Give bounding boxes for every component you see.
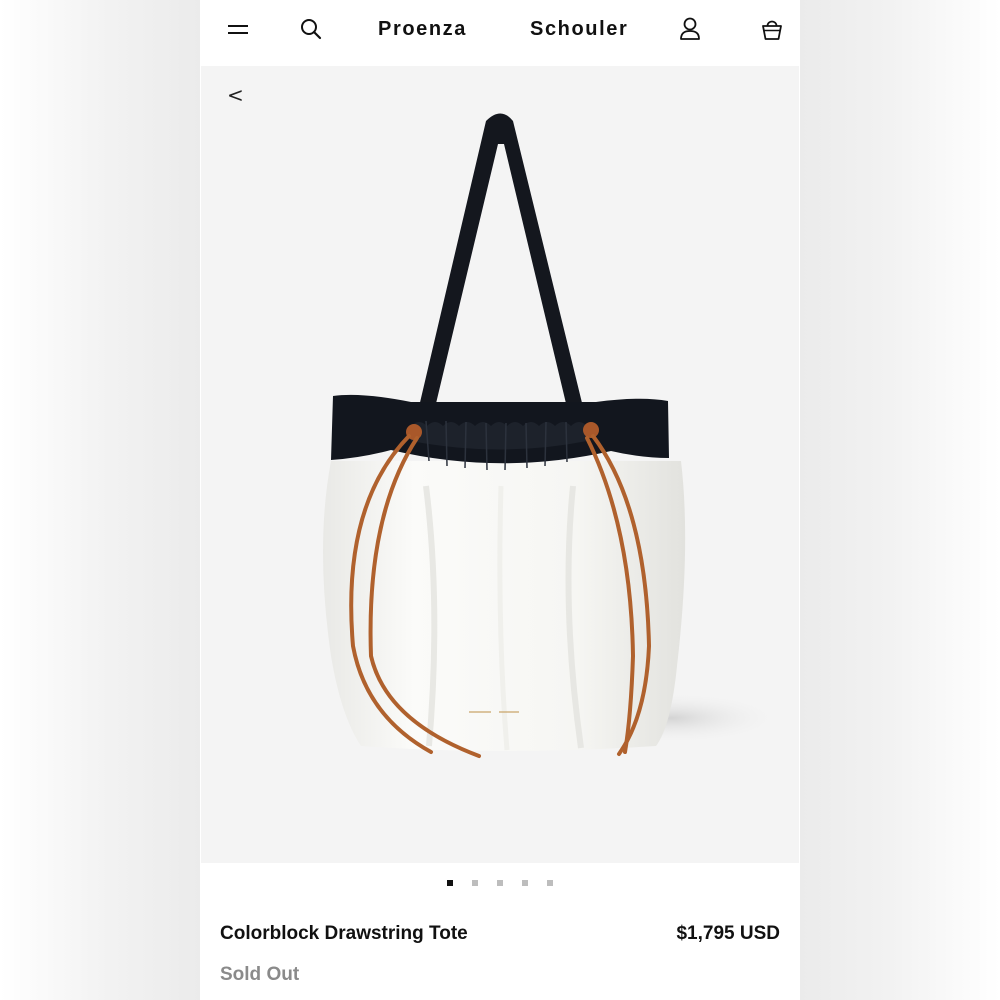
product-image	[323, 113, 781, 758]
gallery-dot-4[interactable]	[522, 880, 528, 886]
account-icon[interactable]	[679, 17, 701, 41]
product-price: $1,795 USD	[676, 923, 780, 944]
stock-status: Sold Out	[220, 964, 300, 985]
gallery-dot-1[interactable]	[447, 880, 453, 886]
gallery-pagination	[201, 880, 799, 888]
product-image-gallery[interactable]: <	[201, 66, 799, 863]
back-button[interactable]: <	[227, 84, 244, 106]
shopping-bag-icon[interactable]	[761, 17, 783, 41]
mobile-page: Proenza Schouler < Colorblock Drawstring…	[201, 0, 799, 1000]
menu-icon[interactable]	[227, 19, 249, 41]
gallery-dot-3[interactable]	[497, 880, 503, 886]
gallery-dot-2[interactable]	[472, 880, 478, 886]
product-title: Colorblock Drawstring Tote	[220, 923, 468, 944]
background-right	[800, 0, 1000, 1000]
gallery-dot-5[interactable]	[547, 880, 553, 886]
brand-logo-second[interactable]: Schouler	[530, 17, 628, 41]
search-icon[interactable]	[300, 18, 322, 40]
brand-logo-first[interactable]: Proenza	[378, 17, 467, 41]
site-header: Proenza Schouler	[201, 0, 799, 66]
background-left	[0, 0, 200, 1000]
